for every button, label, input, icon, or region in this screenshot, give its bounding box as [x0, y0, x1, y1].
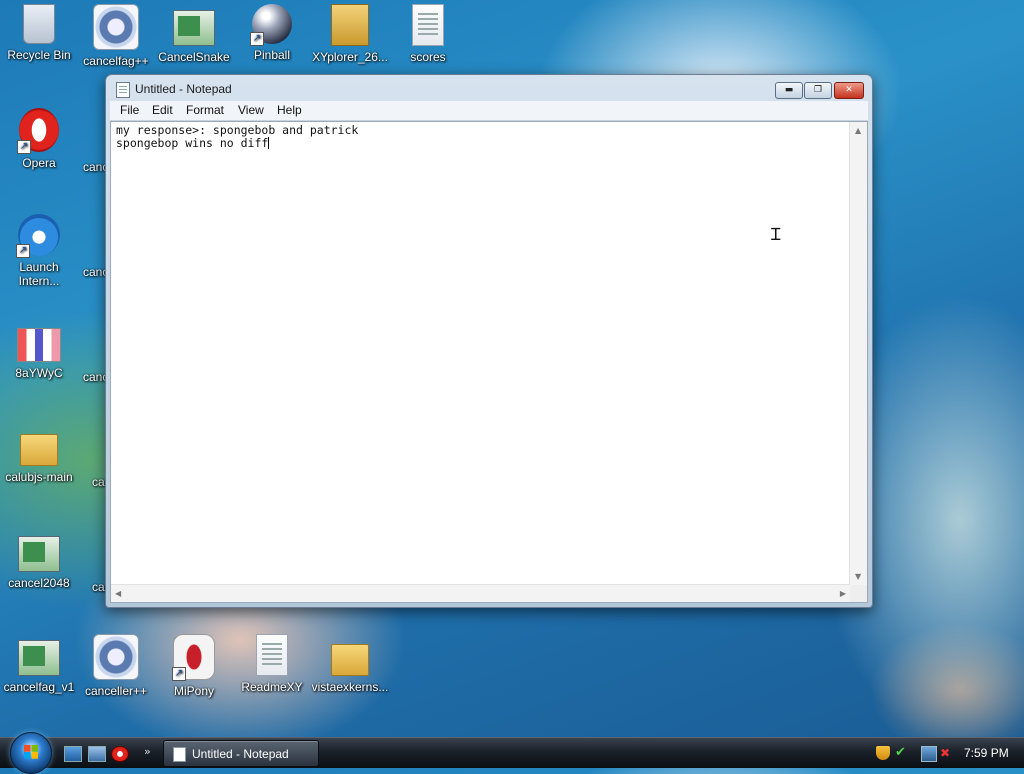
close-button[interactable]: ✕ — [834, 82, 864, 99]
desktop-icon-label: cancelfag++ — [83, 54, 149, 68]
window-titlebar[interactable]: Untitled - Notepad ▬ ❐ ✕ — [106, 75, 872, 101]
application-icon — [18, 640, 60, 676]
desktop-icon-label: CancelSnake — [158, 50, 230, 64]
desktop-icon-label: cancelfag_v1 — [3, 680, 75, 694]
menu-help[interactable]: Help — [277, 103, 302, 117]
desktop-icon-label: ca — [92, 580, 105, 594]
folder-icon — [331, 644, 369, 676]
desktop-icon-vistaexkerns[interactable]: vistaexkerns... — [310, 634, 390, 694]
desktop-icon-label: ReadmeXY — [241, 680, 303, 694]
desktop-icon-mipony[interactable]: MiPony — [154, 634, 234, 698]
desktop-icon-cancelfag-v1[interactable]: cancelfag_v1 — [0, 634, 79, 694]
text-caret — [268, 137, 270, 149]
resize-grip[interactable] — [850, 585, 867, 602]
gear-icon — [93, 634, 139, 680]
system-clock[interactable]: 7:59 PM — [964, 746, 1009, 760]
desktop-icon-label: vistaexkerns... — [311, 680, 389, 694]
opera-icon — [17, 108, 59, 154]
desktop-icon-label: canceller++ — [84, 684, 148, 698]
vertical-scrollbar[interactable]: ▲ ▼ — [849, 122, 867, 585]
menu-view[interactable]: View — [238, 103, 264, 117]
notepad-window[interactable]: Untitled - Notepad ▬ ❐ ✕ File Edit Forma… — [105, 74, 873, 608]
desktop-icon-label: ca — [92, 475, 105, 489]
text-document-icon — [256, 634, 288, 676]
desktop-icon-label: Recycle Bin — [7, 48, 71, 62]
application-icon — [173, 10, 215, 46]
desktop-icon-readmexy[interactable]: ReadmeXY — [232, 634, 312, 694]
desktop-icon-calubjs-main[interactable]: calubjs-main — [0, 424, 79, 484]
desktop-icon-8aywyc[interactable]: 8aYWyC — [0, 320, 79, 380]
desktop-icon-canceller-plus[interactable]: canceller++ — [76, 634, 156, 698]
recycle-bin-icon — [23, 4, 55, 44]
scroll-right-arrow-icon[interactable]: ▶ — [840, 589, 846, 598]
desktop-icon-label: calubjs-main — [5, 470, 73, 484]
opera-icon[interactable] — [111, 746, 129, 762]
text-line: spongebop wins no diff — [116, 136, 269, 150]
text-document-icon — [412, 4, 444, 46]
scroll-up-arrow-icon[interactable]: ▲ — [855, 126, 861, 135]
taskbar-button-label: Untitled - Notepad — [192, 747, 289, 761]
desktop-icon-label: MiPony — [173, 684, 214, 698]
menu-format[interactable]: Format — [186, 103, 224, 117]
desktop-icon-label: 8aYWyC — [15, 366, 63, 380]
image-icon — [17, 328, 61, 362]
gear-icon — [93, 4, 139, 50]
pinball-icon — [250, 4, 292, 46]
window-title: Untitled - Notepad — [135, 82, 232, 96]
text-content[interactable]: my response>: spongebob and patrick spong… — [116, 124, 845, 582]
desktop-icon-label: cancel2048 — [8, 576, 70, 590]
desktop-icon-opera[interactable]: Opera — [0, 108, 79, 170]
switch-windows-icon[interactable] — [88, 746, 106, 762]
volume-muted-icon[interactable]: ✖ — [940, 746, 954, 760]
show-desktop-icon[interactable] — [64, 746, 82, 762]
internet-explorer-icon — [16, 214, 60, 258]
security-shield-icon[interactable] — [876, 746, 890, 760]
desktop-icon-cancel2048[interactable]: cancel2048 — [0, 530, 79, 590]
notepad-icon — [116, 82, 130, 98]
desktop-icon-xyplorer[interactable]: XYplorer_26... — [310, 4, 390, 64]
desktop-icon-internet-explorer[interactable]: Launch Intern... — [0, 214, 79, 288]
desktop-icon-pinball[interactable]: Pinball — [232, 4, 312, 62]
minimize-button[interactable]: ▬ — [775, 82, 803, 99]
desktop-icon-label: Pinball — [253, 48, 291, 62]
horizontal-scrollbar[interactable]: ◀ ▶ — [111, 584, 850, 602]
quicklaunch-more-chevron-icon[interactable]: » — [144, 745, 151, 758]
taskbar-button-notepad[interactable]: Untitled - Notepad — [163, 740, 319, 767]
desktop-icon-cancelsnake[interactable]: CancelSnake — [154, 4, 234, 64]
menu-bar: File Edit Format View Help — [110, 101, 868, 121]
desktop-icon-cancelfag-plus[interactable]: cancelfag++ — [76, 4, 156, 68]
notepad-icon — [173, 747, 186, 762]
menu-file[interactable]: File — [120, 103, 139, 117]
mipony-icon — [172, 634, 215, 681]
desktop-icon-label: scores — [410, 50, 446, 64]
text-editor[interactable]: my response>: spongebob and patrick spong… — [110, 121, 868, 603]
desktop-icon-scores[interactable]: scores — [388, 4, 468, 64]
network-icon[interactable] — [921, 746, 937, 762]
desktop-icon-label: Opera — [22, 156, 56, 170]
installer-box-icon — [331, 4, 369, 46]
menu-edit[interactable]: Edit — [152, 103, 173, 117]
text-cursor-icon: Ɪ — [771, 225, 781, 245]
desktop-icon-label: XYplorer_26... — [312, 50, 388, 64]
taskbar: » Untitled - Notepad ✔ ✖ 7:59 PM — [0, 732, 1024, 774]
checkmark-icon[interactable]: ✔ — [895, 746, 909, 760]
desktop-icon-recycle-bin[interactable]: Recycle Bin — [0, 4, 79, 62]
desktop-icon-label: Launch Intern... — [18, 260, 60, 288]
folder-icon — [20, 434, 58, 466]
application-icon — [18, 536, 60, 572]
scroll-left-arrow-icon[interactable]: ◀ — [115, 589, 121, 598]
scroll-down-arrow-icon[interactable]: ▼ — [855, 572, 861, 581]
maximize-button[interactable]: ❐ — [804, 82, 832, 99]
